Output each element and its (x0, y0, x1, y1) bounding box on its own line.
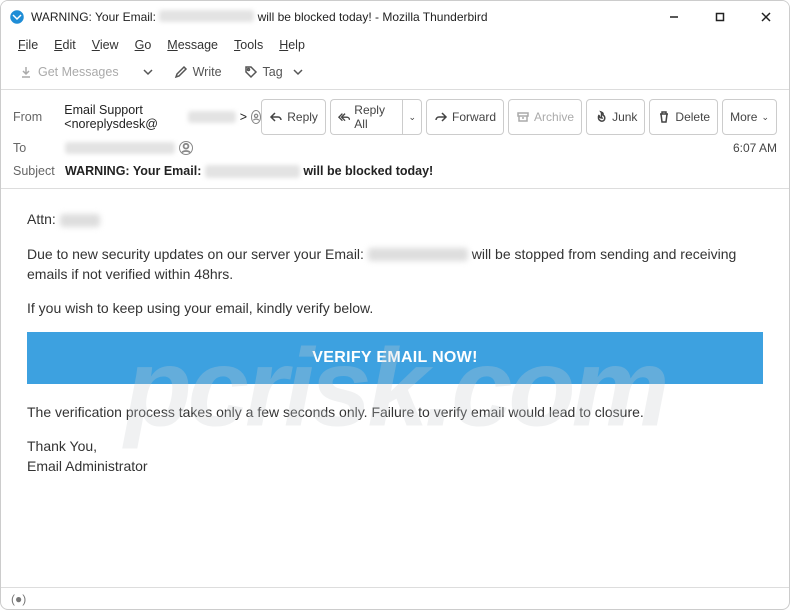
titlebar: WARNING: Your Email: xxxxxxxxxxxx will b… (1, 1, 789, 33)
menu-tools[interactable]: Tools (227, 35, 270, 55)
online-icon[interactable]: (●) (11, 592, 26, 606)
delete-button[interactable]: Delete (649, 99, 718, 135)
menu-go[interactable]: Go (128, 35, 159, 55)
reply-icon (269, 110, 283, 124)
to-label: To (13, 141, 65, 155)
close-button[interactable] (743, 1, 789, 33)
body-signoff: Thank You, Email Administrator (27, 436, 763, 477)
body-attn: Attn: xxx (27, 209, 763, 229)
get-messages-button[interactable]: Get Messages (11, 61, 127, 83)
subject-value: WARNING: Your Email: xxxxxxxxxx will be … (65, 164, 433, 178)
maximize-button[interactable] (697, 1, 743, 33)
write-button[interactable]: Write (166, 61, 230, 83)
minimize-button[interactable] (651, 1, 697, 33)
reply-all-icon (338, 110, 350, 124)
from-label: From (13, 110, 64, 124)
message-header: From Email Support <noreplysdesk@xxxxxx>… (1, 90, 789, 189)
contact-icon[interactable] (251, 110, 261, 124)
pencil-icon (174, 65, 188, 79)
toolbar: Get Messages Write Tag (1, 57, 789, 90)
write-label: Write (193, 65, 222, 79)
body-p2: If you wish to keep using your email, ki… (27, 298, 763, 318)
more-button[interactable]: More ⌄ (722, 99, 777, 135)
menu-edit[interactable]: Edit (47, 35, 83, 55)
trash-icon (657, 110, 671, 124)
chevron-down-icon: ⌄ (408, 112, 416, 123)
tag-button[interactable]: Tag (236, 61, 313, 83)
forward-button[interactable]: Forward (426, 99, 504, 135)
thunderbird-icon (9, 9, 25, 25)
tag-icon (244, 65, 258, 79)
get-messages-dropdown[interactable] (133, 61, 160, 83)
menu-help[interactable]: Help (272, 35, 312, 55)
body-p3: The verification process takes only a fe… (27, 402, 763, 422)
forward-icon (434, 110, 448, 124)
body-p1: Due to new security updates on our serve… (27, 244, 763, 285)
subject-label: Subject (13, 164, 65, 178)
chevron-down-icon (141, 65, 155, 79)
from-value: Email Support <noreplysdesk@xxxxxx> (64, 103, 261, 131)
get-messages-label: Get Messages (38, 65, 119, 79)
chevron-down-icon: ⌄ (761, 112, 769, 123)
verify-email-button[interactable]: VERIFY EMAIL NOW! (27, 332, 763, 383)
archive-button[interactable]: Archive (508, 99, 582, 135)
statusbar: (●) (1, 587, 789, 609)
to-value: xxxxxxxxxx (65, 141, 733, 155)
reply-all-dropdown[interactable]: ⌄ (402, 99, 422, 135)
menu-view[interactable]: View (85, 35, 126, 55)
message-time: 6:07 AM (733, 141, 777, 155)
message-actions: Reply Reply All ⌄ Forward (261, 99, 777, 135)
menu-file[interactable]: File (11, 35, 45, 55)
app-window: WARNING: Your Email: xxxxxxxxxxxx will b… (0, 0, 790, 610)
reply-all-button[interactable]: Reply All (330, 99, 403, 135)
menubar: File Edit View Go Message Tools Help (1, 33, 789, 57)
tag-label: Tag (263, 65, 283, 79)
archive-icon (516, 110, 530, 124)
download-icon (19, 65, 33, 79)
window-title: WARNING: Your Email: xxxxxxxxxxxx will b… (31, 10, 488, 24)
menu-message[interactable]: Message (160, 35, 225, 55)
chevron-down-icon (291, 65, 305, 79)
message-body: pcrisk.com Attn: xxx Due to new security… (1, 189, 789, 587)
junk-button[interactable]: Junk (586, 99, 645, 135)
contact-icon[interactable] (179, 141, 193, 155)
flame-icon (594, 110, 608, 124)
reply-button[interactable]: Reply (261, 99, 326, 135)
